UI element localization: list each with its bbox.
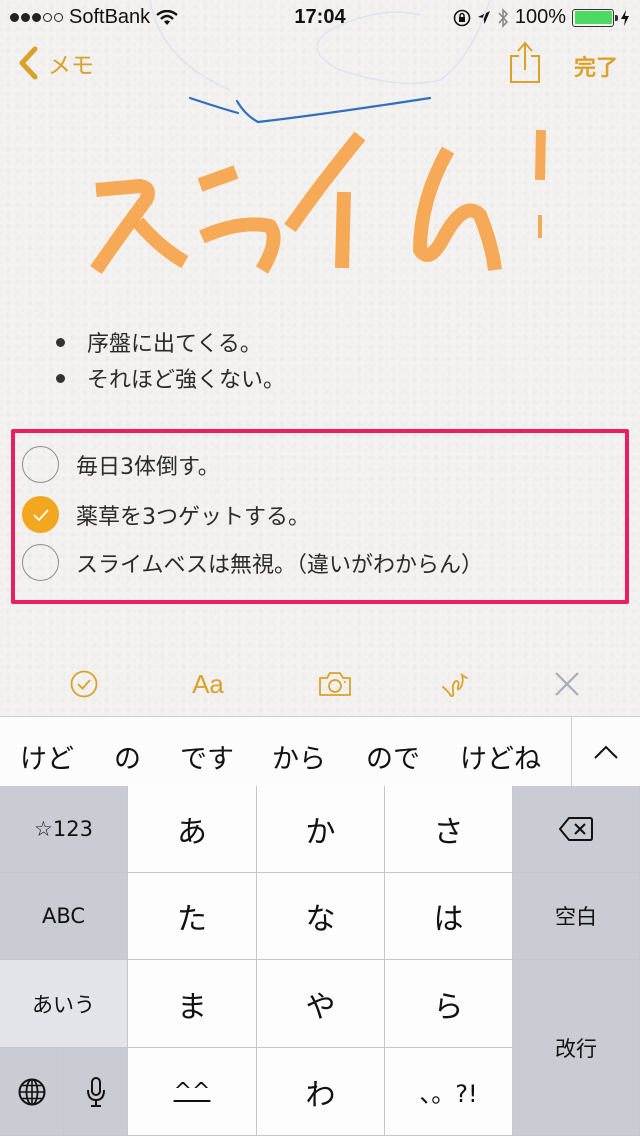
rotation-lock-icon [453, 9, 471, 26]
bluetooth-icon [498, 7, 508, 28]
checklist-icon [70, 670, 98, 698]
checklist-item[interactable]: 薬草を3つゲットする。 [22, 496, 310, 533]
sketch-button[interactable] [438, 664, 472, 704]
sketch-icon [442, 672, 468, 698]
back-button[interactable]: メモ [18, 46, 94, 80]
prediction-item[interactable]: ので [366, 737, 420, 776]
share-button[interactable] [508, 40, 542, 84]
space-key[interactable]: 空白 [513, 873, 640, 960]
kana-key[interactable]: な [257, 873, 385, 960]
abc-key[interactable]: ABC [0, 873, 128, 960]
checkbox-checked[interactable] [22, 496, 59, 533]
kana-key[interactable]: わ [257, 1048, 385, 1136]
close-toolbar-button[interactable] [550, 664, 584, 704]
battery-icon [572, 8, 618, 27]
checklist-item[interactable]: 毎日3体倒す。 [22, 446, 220, 483]
done-button[interactable]: 完了 [574, 50, 618, 82]
kana-key[interactable]: ま [128, 960, 257, 1048]
dictation-key[interactable] [64, 1048, 128, 1136]
kana-key[interactable]: か [257, 786, 385, 873]
share-icon [510, 41, 540, 83]
camera-button[interactable] [316, 664, 354, 704]
checklist-item-text: 毎日3体倒す。 [76, 454, 220, 480]
bullet-text: それほど強くない。 [87, 368, 286, 393]
globe-key[interactable] [0, 1048, 64, 1136]
bullet-dot [56, 373, 65, 383]
checkmark-icon [32, 508, 49, 521]
kana-key[interactable]: ら [385, 960, 513, 1048]
expand-predictions-button[interactable] [572, 717, 640, 787]
checklist-button[interactable] [64, 664, 104, 704]
symbols-key[interactable]: ☆123 [0, 786, 128, 873]
punctuation-key[interactable]: 、。?! [385, 1048, 513, 1136]
delete-key[interactable] [513, 786, 640, 873]
status-bar: SoftBank 17:04 100% [0, 0, 640, 34]
emoticon-key[interactable]: ^^ [128, 1048, 257, 1136]
prediction-item[interactable]: から [272, 737, 326, 776]
location-icon [477, 10, 490, 24]
kana-key[interactable]: あ [128, 786, 257, 873]
globe-icon [18, 1078, 45, 1105]
bullet-item[interactable]: それほど強くない。 [56, 360, 285, 396]
checkbox-unchecked[interactable] [22, 446, 59, 483]
prediction-item[interactable]: です [180, 737, 234, 776]
kana-key[interactable]: や [257, 960, 385, 1048]
bullet-item[interactable]: 序盤に出てくる。 [56, 324, 285, 360]
chevron-left-icon [19, 46, 38, 80]
kana-key[interactable]: た [128, 873, 257, 960]
return-key[interactable]: 改行 [513, 960, 640, 1136]
camera-icon [319, 672, 351, 696]
prediction-item[interactable]: けどね [460, 737, 541, 776]
checklist-item-text: スライムベスは無視。（違いがわからん） [76, 552, 484, 578]
microphone-icon [86, 1076, 105, 1107]
predictive-text-bar: けど の です から ので けどね [0, 716, 640, 787]
kana-mode-key[interactable]: あいう [0, 960, 128, 1048]
format-button[interactable]: Aa [186, 664, 230, 704]
checklist-item-text: 薬草を3つゲットする。 [76, 504, 310, 530]
delete-icon [559, 817, 593, 841]
prediction-item[interactable]: けど [20, 737, 74, 776]
bullet-list: 序盤に出てくる。 それほど強くない。 [56, 324, 285, 396]
kana-key[interactable]: は [385, 873, 513, 960]
close-icon [555, 672, 579, 696]
kana-key[interactable]: さ [385, 786, 513, 873]
charging-icon [621, 9, 629, 26]
keyboard: ☆123 あ か さ ABC た な は 空白 あいう ま や ら 改行 ^^ … [0, 786, 640, 1136]
battery-percent: 100% [514, 6, 566, 28]
back-label: メモ [48, 53, 94, 79]
chevron-up-icon [594, 745, 618, 759]
note-toolbar: Aa [0, 664, 640, 704]
bullet-dot [56, 337, 65, 347]
bullet-text: 序盤に出てくる。 [87, 332, 262, 357]
checkbox-unchecked[interactable] [22, 544, 59, 581]
checklist-item[interactable]: スライムベスは無視。（違いがわからん） [22, 544, 483, 581]
prediction-item[interactable]: の [114, 737, 141, 776]
